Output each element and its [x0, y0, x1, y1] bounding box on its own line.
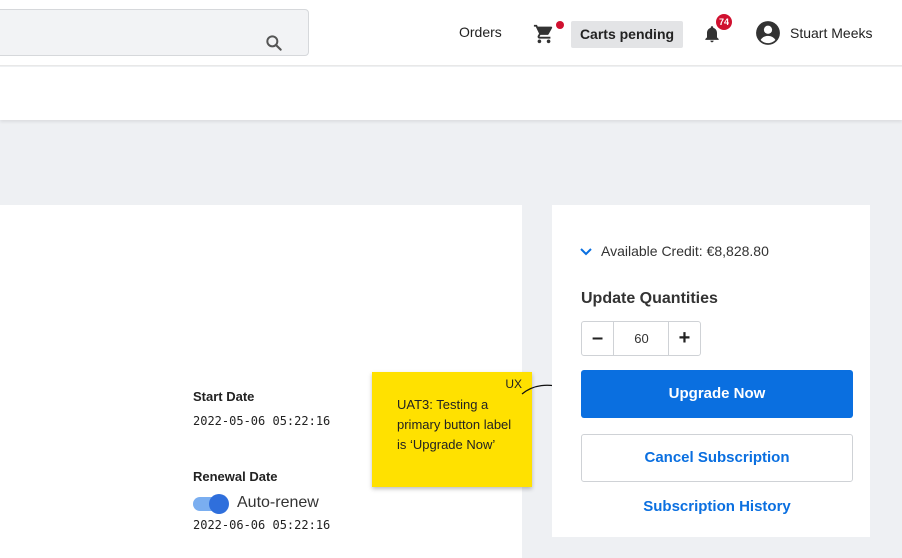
sticky-note: UX UAT3: Testing a primary button label … — [372, 372, 532, 487]
update-quantities-title: Update Quantities — [581, 290, 718, 307]
subscription-history-link[interactable]: Subscription History — [581, 498, 853, 515]
search-input[interactable] — [3, 18, 253, 48]
orders-link[interactable]: Orders — [459, 24, 502, 40]
auto-renew-label: Auto-renew — [237, 494, 319, 511]
toggle-knob — [209, 494, 229, 514]
sticky-note-text: UAT3: Testing a primary button label is … — [397, 397, 512, 452]
avatar-icon[interactable] — [755, 20, 781, 46]
cart-indicator-dot — [556, 21, 564, 29]
quantity-stepper: – + — [581, 321, 701, 356]
cancel-subscription-button[interactable]: Cancel Subscription — [581, 434, 853, 482]
search-box[interactable] — [0, 9, 309, 56]
notification-count-badge: 74 — [716, 14, 732, 30]
renewal-date-value: 2022-06-06 05:22:16 — [193, 518, 331, 532]
decrease-quantity-button[interactable]: – — [582, 322, 614, 355]
quantity-input[interactable] — [615, 322, 668, 355]
top-bar: Orders Carts pending 74 Stuart Meeks — [0, 0, 902, 66]
upgrade-now-button[interactable]: Upgrade Now — [581, 370, 853, 418]
start-date-value: 2022-05-06 05:22:16 — [193, 414, 331, 428]
auto-renew-toggle[interactable] — [193, 494, 229, 514]
increase-quantity-button[interactable]: + — [668, 322, 700, 355]
secondary-bar — [0, 67, 902, 120]
search-icon[interactable] — [264, 33, 284, 53]
start-date-label: Start Date — [193, 389, 255, 404]
cart-icon[interactable] — [533, 23, 555, 45]
available-credit: Available Credit: €8,828.80 — [601, 243, 769, 259]
carts-pending-button[interactable]: Carts pending — [571, 21, 683, 48]
chevron-down-icon[interactable] — [579, 245, 593, 259]
renewal-date-label: Renewal Date — [193, 469, 278, 484]
user-name[interactable]: Stuart Meeks — [790, 25, 872, 41]
